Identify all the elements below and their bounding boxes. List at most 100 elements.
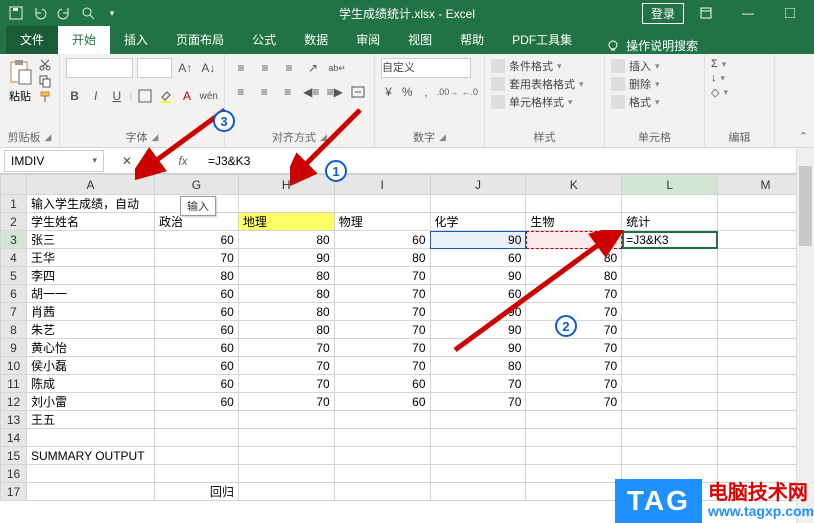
cell[interactable]: 70 xyxy=(526,375,622,393)
cell[interactable] xyxy=(334,195,430,213)
underline-button[interactable]: U xyxy=(108,86,125,106)
font-size-select[interactable] xyxy=(137,58,172,78)
tab-formulas[interactable]: 公式 xyxy=(238,25,290,54)
cell[interactable] xyxy=(154,429,238,447)
cell[interactable] xyxy=(622,321,718,339)
cell[interactable] xyxy=(526,465,622,483)
cell[interactable]: 70 xyxy=(334,303,430,321)
align-top-icon[interactable]: ≡ xyxy=(231,58,251,78)
cell[interactable] xyxy=(622,411,718,429)
cell[interactable]: 80 xyxy=(430,357,526,375)
cell[interactable]: 90 xyxy=(430,303,526,321)
tab-help[interactable]: 帮助 xyxy=(446,25,498,54)
tab-review[interactable]: 审阅 xyxy=(342,25,394,54)
clipboard-dialog-launcher-icon[interactable]: ◢ xyxy=(45,132,52,143)
cell[interactable]: 70 xyxy=(238,339,334,357)
cell[interactable] xyxy=(238,411,334,429)
cell[interactable] xyxy=(526,429,622,447)
cell[interactable]: 王华 xyxy=(26,249,154,267)
cell[interactable]: 60 xyxy=(334,231,430,249)
cell[interactable] xyxy=(622,447,718,465)
cell[interactable]: 60 xyxy=(154,231,238,249)
row-header[interactable]: 6 xyxy=(1,285,27,303)
align-middle-icon[interactable]: ≡ xyxy=(255,58,275,78)
save-icon[interactable] xyxy=(8,5,24,21)
cell[interactable]: 70 xyxy=(154,249,238,267)
cell[interactable]: 70 xyxy=(238,375,334,393)
col-header[interactable]: J xyxy=(430,175,526,195)
cell[interactable] xyxy=(334,447,430,465)
cell[interactable]: 60 xyxy=(430,249,526,267)
orientation-icon[interactable]: ↗ xyxy=(303,58,323,78)
row-header[interactable]: 10 xyxy=(1,357,27,375)
cell[interactable]: 60 xyxy=(334,393,430,411)
row-header[interactable]: 1 xyxy=(1,195,27,213)
cell[interactable]: 90 xyxy=(430,321,526,339)
scrollbar-thumb[interactable] xyxy=(799,166,812,246)
cell[interactable]: 90 xyxy=(430,267,526,285)
maximize-icon[interactable] xyxy=(770,0,810,26)
col-header[interactable]: G xyxy=(154,175,238,195)
cell[interactable] xyxy=(622,267,718,285)
row-header[interactable]: 15 xyxy=(1,447,27,465)
cell[interactable] xyxy=(622,429,718,447)
cell[interactable] xyxy=(622,249,718,267)
font-color-icon[interactable]: A xyxy=(178,86,195,106)
cell[interactable]: 60 xyxy=(154,375,238,393)
cell[interactable]: 化学 xyxy=(430,213,526,231)
cell[interactable]: 60 xyxy=(154,393,238,411)
cell[interactable] xyxy=(622,285,718,303)
align-center-icon[interactable]: ≡ xyxy=(255,82,275,102)
cell[interactable]: SUMMARY OUTPUT xyxy=(26,447,154,465)
cell[interactable]: 70 xyxy=(334,267,430,285)
paste-button[interactable]: 粘贴 xyxy=(6,58,34,104)
cell[interactable]: 地理 xyxy=(238,213,334,231)
row-header[interactable]: 2 xyxy=(1,213,27,231)
tell-me-search[interactable]: 操作说明搜索 xyxy=(606,37,698,54)
cell[interactable] xyxy=(26,465,154,483)
tab-data[interactable]: 数据 xyxy=(290,25,342,54)
row-header[interactable]: 3 xyxy=(1,231,27,249)
cell[interactable] xyxy=(622,303,718,321)
cell[interactable]: 70 xyxy=(430,393,526,411)
cell[interactable] xyxy=(430,447,526,465)
login-button[interactable]: 登录 xyxy=(642,3,684,24)
cell[interactable]: 90 xyxy=(430,231,526,249)
row-header[interactable]: 8 xyxy=(1,321,27,339)
name-box[interactable]: IMDIV ▾ xyxy=(4,150,104,172)
cell[interactable] xyxy=(238,195,334,213)
ribbon-display-icon[interactable] xyxy=(686,0,726,26)
row-header[interactable]: 5 xyxy=(1,267,27,285)
align-bottom-icon[interactable]: ≡ xyxy=(279,58,299,78)
format-cells-button[interactable]: 格式▾ xyxy=(611,94,698,110)
clear-button[interactable]: ◇▾ xyxy=(711,86,768,99)
collapse-ribbon-icon[interactable]: ⌃ xyxy=(799,130,808,143)
format-as-table-button[interactable]: 套用表格格式▾ xyxy=(491,76,598,92)
cell[interactable] xyxy=(334,411,430,429)
insert-function-icon[interactable]: fx xyxy=(174,152,192,170)
decrease-indent-icon[interactable]: ◀≡ xyxy=(302,82,322,102)
cell[interactable]: 生物 xyxy=(526,213,622,231)
cell[interactable]: 90 xyxy=(238,249,334,267)
cell[interactable]: 70 xyxy=(334,321,430,339)
cut-icon[interactable] xyxy=(38,58,52,72)
row-header[interactable]: 4 xyxy=(1,249,27,267)
align-left-icon[interactable]: ≡ xyxy=(231,82,251,102)
cell[interactable] xyxy=(238,429,334,447)
alignment-dialog-launcher-icon[interactable]: ◢ xyxy=(320,132,327,143)
active-cell[interactable]: =J3&K3 xyxy=(622,231,718,249)
cell[interactable] xyxy=(430,483,526,501)
cell[interactable] xyxy=(430,429,526,447)
cell[interactable]: 80 xyxy=(334,249,430,267)
italic-button[interactable]: I xyxy=(87,86,104,106)
formula-input[interactable]: =J3&K3 xyxy=(202,154,794,168)
cell[interactable] xyxy=(154,411,238,429)
decrease-decimal-icon[interactable]: ←.0 xyxy=(461,82,478,102)
cell[interactable]: 肖茜 xyxy=(26,303,154,321)
cell[interactable] xyxy=(526,447,622,465)
minimize-icon[interactable]: — xyxy=(728,0,768,26)
bold-button[interactable]: B xyxy=(66,86,83,106)
cell[interactable]: 80 xyxy=(238,303,334,321)
col-header[interactable]: L xyxy=(622,175,718,195)
worksheet[interactable]: A G H I J K L M 1输入学生成绩，自动 2学生姓名政治地理物理化学… xyxy=(0,174,814,501)
